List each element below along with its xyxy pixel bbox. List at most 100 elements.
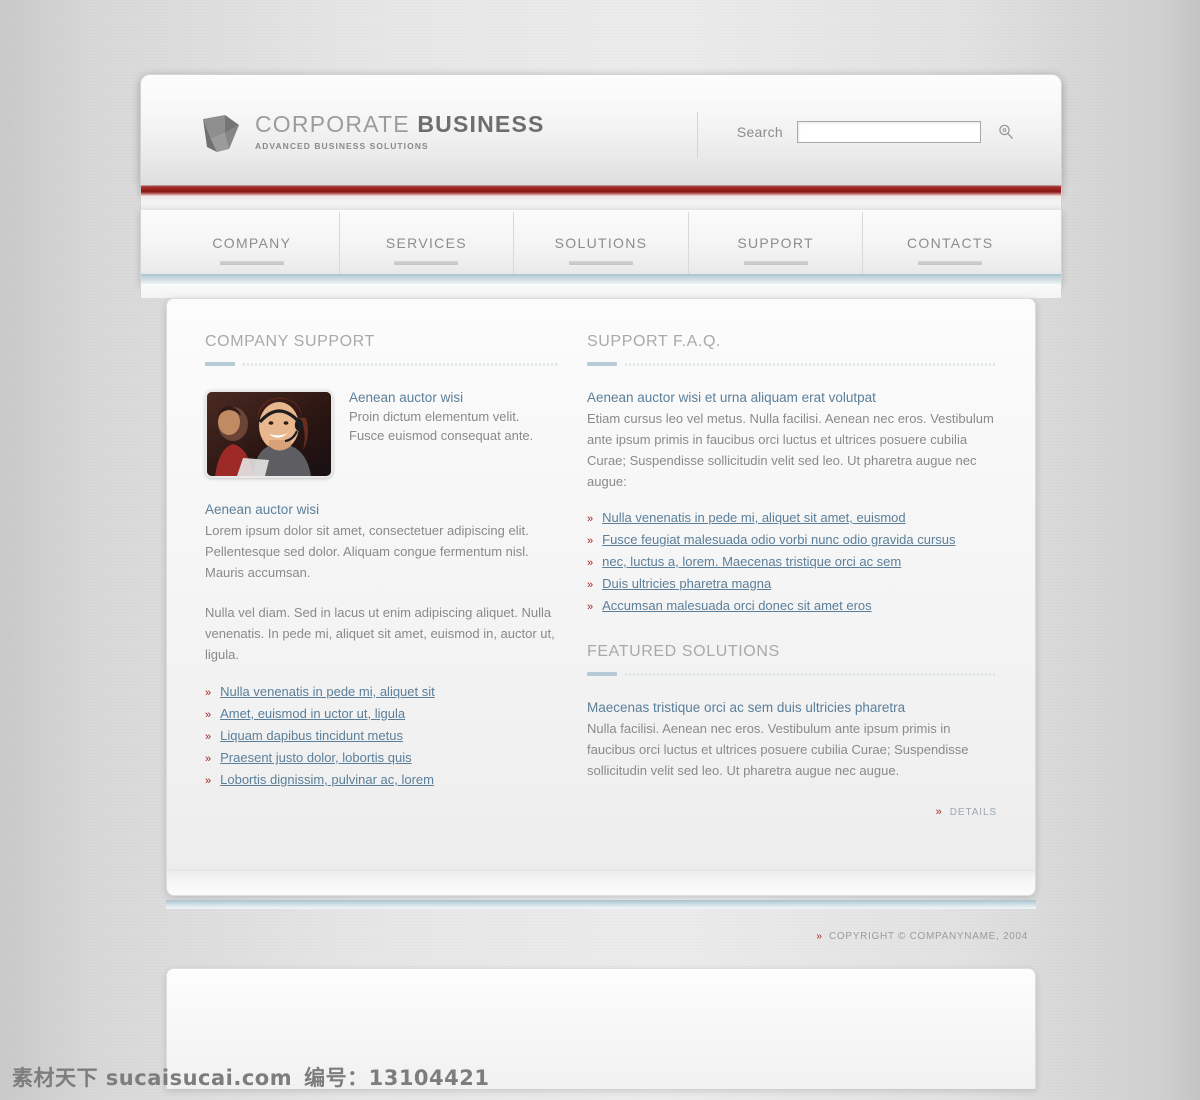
support-media-body: Aenean auctor wisi Proin dictum elementu… <box>349 390 557 478</box>
nav-label: SERVICES <box>385 235 467 251</box>
logo-area[interactable]: CORPORATE BUSINESS ADVANCED BUSINESS SOL… <box>199 111 545 155</box>
left-article-title: Aenean auctor wisi <box>205 502 320 517</box>
details-row[interactable]: » DETAILS <box>587 806 997 819</box>
nav-list: COMPANY SERVICES SOLUTIONS SUPPORT CONTA… <box>165 212 1037 274</box>
section-rule <box>587 672 997 676</box>
nav-underline <box>568 261 633 265</box>
chevron-right-icon: » <box>587 601 594 613</box>
nav-underline <box>918 261 983 265</box>
nav-bottom-bar <box>141 274 1061 284</box>
nav-content-gap <box>140 284 1062 298</box>
list-item[interactable]: » Nulla venenatis in pede mi, aliquet sit… <box>587 510 997 525</box>
rule-dots <box>625 362 997 366</box>
logo-tagline: ADVANCED BUSINESS SOLUTIONS <box>255 141 429 151</box>
featured-text: Nulla facilisi. Aenean nec eros. Vestibu… <box>587 721 969 778</box>
chevron-right-icon: » <box>205 687 212 699</box>
nav-item-solutions[interactable]: SOLUTIONS <box>514 212 689 274</box>
faq-title: Aenean auctor wisi et urna aliquam erat … <box>587 390 876 405</box>
nav-underline <box>394 261 459 265</box>
search-area: Search <box>696 112 1015 158</box>
faq-link[interactable]: nec, luctus a, lorem. Maecenas tristique… <box>602 554 901 569</box>
details-link[interactable]: DETAILS <box>950 807 997 818</box>
left-link[interactable]: Nulla venenatis in pede mi, aliquet sit <box>220 684 435 699</box>
chevron-right-icon: » <box>816 930 822 942</box>
featured-solutions-heading: FEATURED SOLUTIONS <box>587 643 780 660</box>
rule-bar <box>587 672 617 676</box>
chevron-right-icon: » <box>587 513 594 525</box>
featured-title: Maecenas tristique orci ac sem duis ultr… <box>587 700 906 715</box>
red-accent-stripe <box>140 185 1062 196</box>
site-shell: CORPORATE BUSINESS ADVANCED BUSINESS SOL… <box>140 74 1062 1089</box>
support-media-title: Aenean auctor wisi <box>349 390 464 405</box>
content-panel-bottom <box>166 871 1036 896</box>
list-item[interactable]: » Duis ultricies pharetra magna <box>587 576 997 591</box>
faq-link[interactable]: Fusce feugiat malesuada odio vorbi nunc … <box>602 532 955 547</box>
list-item[interactable]: » Lobortis dignissim, pulvinar ac, lorem <box>205 772 557 787</box>
left-column: COMPANY SUPPORT Aenean auctor wisi Proin… <box>205 333 581 853</box>
list-item[interactable]: » nec, luctus a, lorem. Maecenas tristiqu… <box>587 554 997 569</box>
footer-accent-bar <box>166 900 1036 909</box>
main-navigation: COMPANY SERVICES SOLUTIONS SUPPORT CONTA… <box>140 210 1062 284</box>
rule-bar <box>587 362 617 366</box>
nav-item-contacts[interactable]: CONTACTS <box>863 212 1037 274</box>
rule-bar <box>205 362 235 366</box>
section-rule <box>587 362 997 366</box>
left-link[interactable]: Amet, euismod in uctor ut, ligula <box>220 706 405 721</box>
chevron-right-icon: » <box>587 557 594 569</box>
content-panel: COMPANY SUPPORT Aenean auctor wisi Proin… <box>166 298 1036 871</box>
faq-link[interactable]: Accumsan malesuada orci donec sit amet e… <box>602 598 872 613</box>
list-item[interactable]: » Accumsan malesuada orci donec sit amet … <box>587 598 997 613</box>
copyright-row: » COPYRIGHT © COMPANYNAME, 2004 <box>140 909 1062 942</box>
nav-underline <box>743 261 808 265</box>
nav-label: COMPANY <box>212 235 292 251</box>
site-header: CORPORATE BUSINESS ADVANCED BUSINESS SOL… <box>140 74 1062 185</box>
chevron-right-icon: » <box>935 806 942 818</box>
chevron-right-icon: » <box>587 579 594 591</box>
chevron-right-icon: » <box>205 731 212 743</box>
left-link[interactable]: Praesent justo dolor, lobortis quis <box>220 750 412 765</box>
nav-underline <box>219 261 284 265</box>
watermark-site: 素材天下 sucaisucai.com <box>12 1066 293 1090</box>
left-link[interactable]: Lobortis dignissim, pulvinar ac, lorem <box>220 772 434 787</box>
left-link[interactable]: Liquam dapibus tincidunt metus <box>220 728 403 743</box>
watermark: 素材天下 sucaisucai.com 编号：13104421 <box>12 1062 490 1092</box>
support-media-text: Proin dictum elementum velit. Fusce euis… <box>349 409 534 443</box>
list-item[interactable]: » Liquam dapibus tincidunt metus <box>205 728 557 743</box>
copyright-text: COPYRIGHT © COMPANYNAME, 2004 <box>828 931 1028 942</box>
rule-dots <box>243 362 557 366</box>
faq-text: Etiam cursus leo vel metus. Nulla facili… <box>587 411 994 489</box>
faq-link[interactable]: Duis ultricies pharetra magna <box>602 576 771 591</box>
faq-link-list: » Nulla venenatis in pede mi, aliquet sit… <box>587 510 997 613</box>
chevron-right-icon: » <box>205 709 212 721</box>
chevron-right-icon: » <box>587 535 594 547</box>
chevron-right-icon: » <box>205 775 212 787</box>
list-item[interactable]: » Fusce feugiat malesuada odio vorbi nunc… <box>587 532 997 547</box>
logo-title-light: CORPORATE <box>255 111 418 137</box>
nav-label: CONTACTS <box>906 235 994 251</box>
cube-arrow-logo-icon <box>199 111 243 155</box>
left-paragraph-1: Lorem ipsum dolor sit amet, consectetuer… <box>205 523 529 580</box>
magnifier-icon[interactable] <box>997 123 1015 141</box>
faq-link[interactable]: Nulla venenatis in pede mi, aliquet sit … <box>602 510 906 525</box>
support-faq-heading: SUPPORT F.A.Q. <box>587 333 722 350</box>
left-link-list: » Nulla venenatis in pede mi, aliquet sit… <box>205 684 557 787</box>
list-item[interactable]: » Praesent justo dolor, lobortis quis <box>205 750 557 765</box>
nav-item-company[interactable]: COMPANY <box>165 212 340 274</box>
logo-text: CORPORATE BUSINESS ADVANCED BUSINESS SOL… <box>255 111 545 152</box>
search-divider <box>696 112 698 158</box>
nav-item-services[interactable]: SERVICES <box>340 212 515 274</box>
stripe-fade <box>140 196 1062 210</box>
logo-title: CORPORATE BUSINESS <box>255 113 545 136</box>
search-input[interactable] <box>797 121 981 143</box>
list-item[interactable]: » Amet, euismod in uctor ut, ligula <box>205 706 557 721</box>
call-center-agent-photo <box>205 390 333 478</box>
left-paragraph-2: Nulla vel diam. Sed in lacus ut enim adi… <box>205 605 555 662</box>
nav-item-support[interactable]: SUPPORT <box>689 212 864 274</box>
search-label: Search <box>736 124 783 140</box>
nav-label: SOLUTIONS <box>554 235 648 251</box>
company-support-heading: COMPANY SUPPORT <box>205 333 375 350</box>
list-item[interactable]: » Nulla venenatis in pede mi, aliquet sit <box>205 684 557 699</box>
chevron-right-icon: » <box>205 753 212 765</box>
right-column: SUPPORT F.A.Q. Aenean auctor wisi et urn… <box>581 333 997 853</box>
section-rule <box>205 362 557 366</box>
